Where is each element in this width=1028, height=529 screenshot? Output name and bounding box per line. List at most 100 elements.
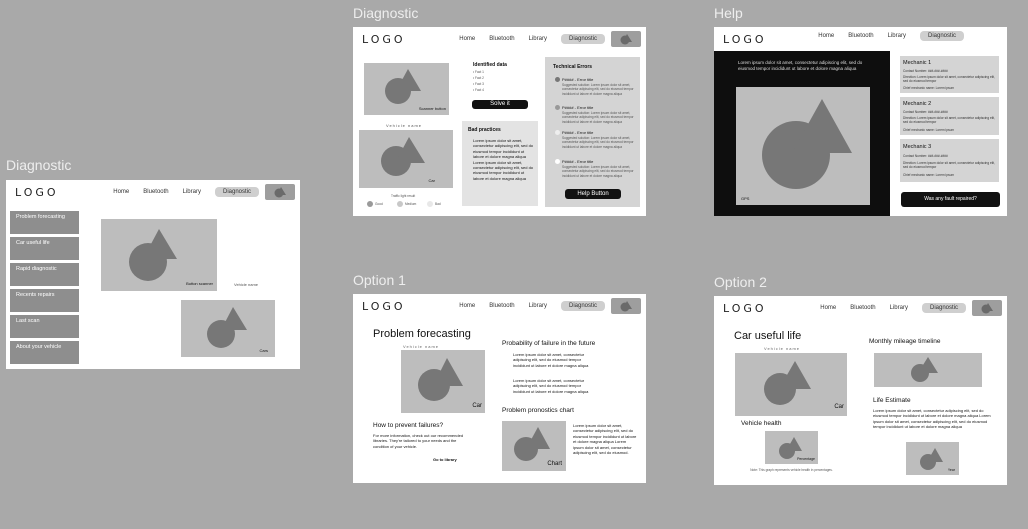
nav-diagnostic[interactable]: Diagnostic <box>919 31 964 41</box>
frame-diagnostic: LOGO Home Bluetooth Library Diagnostic S… <box>353 27 646 216</box>
mechanic-card-1[interactable]: Mechanic 1 Contact Number: ###-###-#### … <box>900 56 999 93</box>
logo[interactable]: LOGO <box>15 186 59 199</box>
sidebar-item-problem-forecasting[interactable]: Problem forecasting <box>10 211 79 234</box>
nav-home[interactable]: Home <box>820 303 836 313</box>
page-title: Problem forecasting <box>373 328 471 340</box>
vehicle-name-label: Vehicle name <box>764 346 801 351</box>
bad-practices-card: Bad practices Lorem ipsum dolor sit amet… <box>462 121 538 206</box>
scanner-button-placeholder[interactable]: Scanner button <box>364 63 449 115</box>
fact-4: • Fact 4 <box>473 88 484 92</box>
prevent-text: For more information, check out our reco… <box>373 433 464 449</box>
car-image-placeholder: Car <box>401 350 485 413</box>
error-title-1: P#### - Error title <box>562 77 594 82</box>
identified-data-title: Identified data <box>473 62 507 68</box>
frame-diagnostic-left: LOGO Home Bluetooth Library Diagnostic P… <box>6 180 300 369</box>
car-image-placeholder: Cars <box>181 300 275 357</box>
shapes-icon[interactable] <box>265 184 295 200</box>
technical-errors-card: Technical Errors P#### - Error title Sug… <box>545 57 640 207</box>
mechanic-card-2[interactable]: Mechanic 2 Contact Number: ###-###-#### … <box>900 97 999 135</box>
error-text-4: Suggested solution: Lorem ipsum dolor si… <box>562 165 634 178</box>
nav-home[interactable]: Home <box>459 301 475 311</box>
nav-diagnostic[interactable]: Diagnostic <box>560 301 605 311</box>
legend-bad: Bad <box>435 202 441 206</box>
prognostics-text: Lorem ipsum dolor sit amet, consectetur … <box>573 423 637 455</box>
mechanic-chief: Chief mechanic name: Lorem ipsum <box>903 173 955 177</box>
nav-bluetooth[interactable]: Bluetooth <box>848 31 873 41</box>
nav-diagnostic[interactable]: Diagnostic <box>921 303 966 313</box>
prognostics-title: Problem pronostics chart <box>502 407 574 414</box>
shapes-icon <box>762 99 852 189</box>
nav-library[interactable]: Library <box>890 303 908 313</box>
mechanic-name: Mechanic 3 <box>903 144 932 150</box>
technical-errors-title: Technical Errors <box>553 64 593 70</box>
chart-caption: Chart <box>547 461 562 467</box>
logo[interactable]: LOGO <box>362 300 406 313</box>
mechanic-chief: Chief mechanic name: Lorem ipsum <box>903 86 955 90</box>
life-estimate-text: Lorem ipsum dolor sit amet, consectetur … <box>873 408 991 430</box>
fault-repaired-button[interactable]: Was any fault repaired? <box>901 192 1000 207</box>
nav-library[interactable]: Library <box>183 187 201 197</box>
sidebar-item-about-vehicle[interactable]: About your vehicle <box>10 341 79 364</box>
error-text-1: Suggested solution: Lorem ipsum dolor si… <box>562 83 634 96</box>
navbar: LOGO Home Bluetooth Library Diagnostic <box>714 27 1007 51</box>
car-image-placeholder: Car <box>359 130 453 188</box>
nav-library[interactable]: Library <box>888 31 906 41</box>
sidebar-item-last-scan[interactable]: Last scan <box>10 315 79 338</box>
error-dot <box>555 77 560 82</box>
shapes-icon[interactable] <box>972 300 1002 316</box>
nav-home[interactable]: Home <box>113 187 129 197</box>
fact-2: • Fact 2 <box>473 76 484 80</box>
mechanic-chief: Chief mechanic name: Lorem ipsum <box>903 128 955 132</box>
help-dark-panel: Lorem ipsum dolor sit amet, consectetur … <box>714 51 890 216</box>
fact-1: • Fact 1 <box>473 70 484 74</box>
life-estimate-title: Life Estimate <box>873 397 911 404</box>
nav-home[interactable]: Home <box>818 31 834 41</box>
page-title: Car useful life <box>734 330 802 342</box>
logo[interactable]: LOGO <box>723 33 767 46</box>
nav-library[interactable]: Library <box>529 301 547 311</box>
go-to-library-link[interactable]: Go to library <box>433 457 457 462</box>
nav-bluetooth[interactable]: Bluetooth <box>489 301 514 311</box>
sidebar-item-recents-repairs[interactable]: Recents repairs <box>10 289 79 312</box>
frame-label-help: Help <box>714 5 743 21</box>
vehicle-name-label: Vehicle name <box>403 344 440 349</box>
sidebar-item-car-useful-life[interactable]: Car useful life <box>10 237 79 260</box>
shapes-icon[interactable] <box>611 298 641 314</box>
nav-library[interactable]: Library <box>529 34 547 44</box>
solve-it-button[interactable]: Solve it <box>472 100 528 109</box>
scanner-button-placeholder[interactable]: Button scanner <box>101 219 217 291</box>
vehicle-name-label: Vehicle name <box>386 123 423 128</box>
nav-diagnostic[interactable]: Diagnostic <box>560 34 605 44</box>
nav-bluetooth[interactable]: Bluetooth <box>850 303 875 313</box>
vehicle-name-label: Vehicle name <box>234 282 259 287</box>
mechanic-contact: Contact Number: ###-###-#### <box>903 69 948 73</box>
nav-home[interactable]: Home <box>459 34 475 44</box>
frame-option-1: LOGO Home Bluetooth Library Diagnostic P… <box>353 294 646 483</box>
probability-title: Probability of failure in the future <box>502 340 596 347</box>
car-image-placeholder: Car <box>735 353 847 416</box>
year-chart-placeholder: Year <box>906 442 959 475</box>
mechanic-direction: Direction: Lorem ipsum dolor sit amet, c… <box>903 161 995 170</box>
shapes-icon <box>911 357 938 382</box>
sidebar-item-rapid-diagnostic[interactable]: Rapid diagnostic <box>10 263 79 286</box>
nav-diagnostic[interactable]: Diagnostic <box>214 187 259 197</box>
nav-bluetooth[interactable]: Bluetooth <box>143 187 168 197</box>
shapes-icon[interactable] <box>611 31 641 47</box>
gps-map-placeholder[interactable]: GPS <box>736 87 870 205</box>
help-button[interactable]: Help Button <box>565 189 621 199</box>
legend-medium: Medium <box>405 202 417 206</box>
probability-bullet-1: Lorem ipsum dolor sit amet, consectetur … <box>513 352 589 368</box>
nav-bluetooth[interactable]: Bluetooth <box>489 34 514 44</box>
logo[interactable]: LOGO <box>362 33 406 46</box>
error-dot <box>555 105 560 110</box>
mileage-chart-placeholder <box>874 353 982 387</box>
logo[interactable]: LOGO <box>723 302 767 315</box>
mechanic-contact: Contact Number: ###-###-#### <box>903 154 948 158</box>
car-caption: Car <box>472 403 482 409</box>
bad-practices-title: Bad practices <box>468 127 501 133</box>
error-text-2: Suggested solution: Lorem ipsum dolor si… <box>562 111 634 124</box>
mechanic-card-3[interactable]: Mechanic 3 Contact Number: ###-###-#### … <box>900 139 999 182</box>
traffic-light-label: Traffic light result <box>391 194 416 198</box>
vehicle-health-title: Vehicle health <box>741 420 782 427</box>
frame-option-2: LOGO Home Bluetooth Library Diagnostic C… <box>714 296 1007 485</box>
